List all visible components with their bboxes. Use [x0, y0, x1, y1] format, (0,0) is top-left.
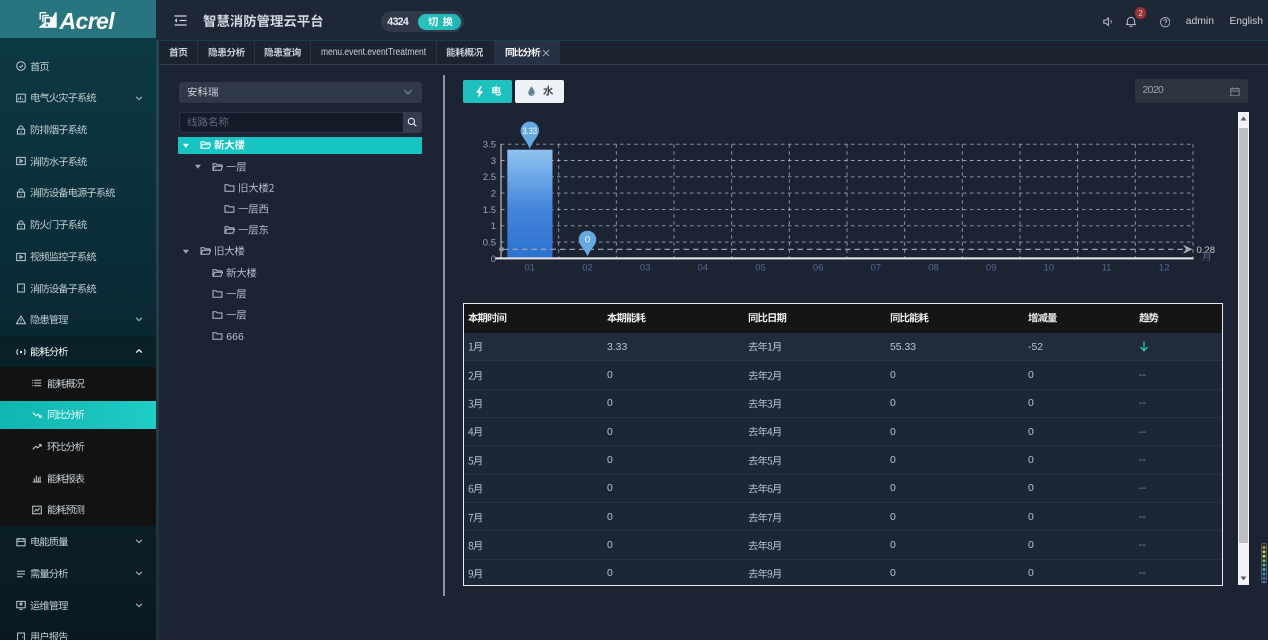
- svg-text:02: 02: [582, 263, 593, 274]
- svg-text:0: 0: [585, 235, 590, 245]
- svg-text:2: 2: [491, 189, 496, 200]
- svg-text:03: 03: [640, 263, 651, 274]
- svg-text:12: 12: [1159, 263, 1170, 274]
- svg-text:0: 0: [491, 254, 496, 265]
- svg-text:05: 05: [755, 263, 766, 274]
- svg-text:09: 09: [986, 263, 997, 274]
- svg-text:3: 3: [491, 156, 496, 167]
- svg-text:01: 01: [525, 263, 536, 274]
- svg-text:0.5: 0.5: [483, 238, 496, 249]
- svg-text:10: 10: [1044, 263, 1055, 274]
- svg-text:2.5: 2.5: [483, 172, 496, 183]
- svg-text:08: 08: [928, 263, 939, 274]
- svg-text:04: 04: [698, 263, 709, 274]
- svg-text:1: 1: [491, 221, 496, 232]
- svg-text:11: 11: [1102, 263, 1112, 274]
- svg-text:3.5: 3.5: [483, 140, 496, 151]
- svg-text:1.5: 1.5: [483, 205, 496, 216]
- svg-text:07: 07: [871, 263, 882, 274]
- svg-text:3.33: 3.33: [523, 126, 538, 136]
- svg-text:06: 06: [813, 263, 824, 274]
